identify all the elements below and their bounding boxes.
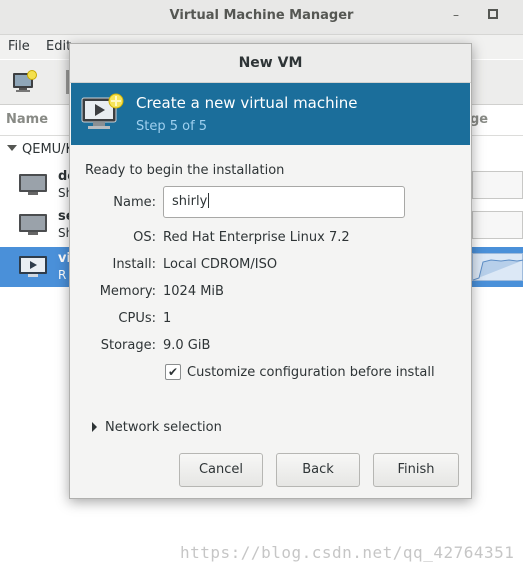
network-selection-expander[interactable]: Network selection (105, 420, 222, 435)
connection-label: QEMU/K (22, 142, 75, 157)
memory-label: Memory: (99, 284, 156, 299)
vm-off-icon (19, 214, 47, 235)
cpu-usage-graph (472, 211, 523, 239)
name-field[interactable]: shirly (163, 186, 405, 218)
vm-off-icon (19, 174, 47, 195)
os-value: Red Hat Enterprise Linux 7.2 (163, 230, 350, 245)
menu-file[interactable]: File (8, 39, 30, 54)
vm-state: R (58, 268, 67, 282)
storage-label: Storage: (100, 338, 156, 353)
install-value: Local CDROM/ISO (163, 257, 278, 272)
minimize-icon[interactable]: – (448, 7, 464, 23)
menu-edit[interactable]: Edit (46, 39, 71, 54)
column-cpu-usage[interactable]: ge (470, 112, 488, 127)
cpus-label: CPUs: (118, 311, 156, 326)
wizard-step: Step 5 of 5 (136, 119, 208, 134)
column-name[interactable]: Name (6, 112, 48, 127)
dialog-title: New VM (70, 44, 471, 83)
wizard-title: Create a new virtual machine (136, 94, 358, 112)
new-vm-icon[interactable] (12, 70, 38, 94)
customize-label[interactable]: Customize configuration before install (187, 365, 435, 380)
new-vm-icon (81, 93, 124, 129)
name-field-value: shirly (172, 194, 208, 209)
name-label: Name: (113, 195, 156, 210)
ready-text: Ready to begin the installation (85, 163, 285, 178)
memory-value: 1024 MiB (163, 284, 224, 299)
new-vm-dialog: New VM Create a new virtual machine Step… (69, 43, 472, 499)
customize-checkbox[interactable]: ✔ (165, 364, 181, 380)
expander-down-icon[interactable] (7, 145, 17, 151)
storage-value: 9.0 GiB (163, 338, 211, 353)
os-label: OS: (133, 230, 156, 245)
main-window-titlebar: Virtual Machine Manager – (0, 0, 523, 35)
back-button[interactable]: Back (276, 453, 360, 487)
maximize-icon[interactable] (485, 7, 501, 23)
watermark: https://blog.csdn.net/qq_42764351 (180, 543, 515, 562)
install-label: Install: (112, 257, 156, 272)
expander-right-icon[interactable] (92, 422, 97, 432)
cpu-usage-graph (472, 253, 523, 281)
cpu-usage-graph (472, 171, 523, 199)
main-window-title: Virtual Machine Manager (169, 8, 354, 23)
cancel-button[interactable]: Cancel (179, 453, 263, 487)
cpus-value: 1 (163, 311, 172, 326)
finish-button[interactable]: Finish (373, 453, 459, 487)
text-caret (208, 193, 210, 208)
wizard-header: Create a new virtual machine Step 5 of 5 (71, 83, 470, 145)
vm-running-icon (19, 256, 47, 277)
